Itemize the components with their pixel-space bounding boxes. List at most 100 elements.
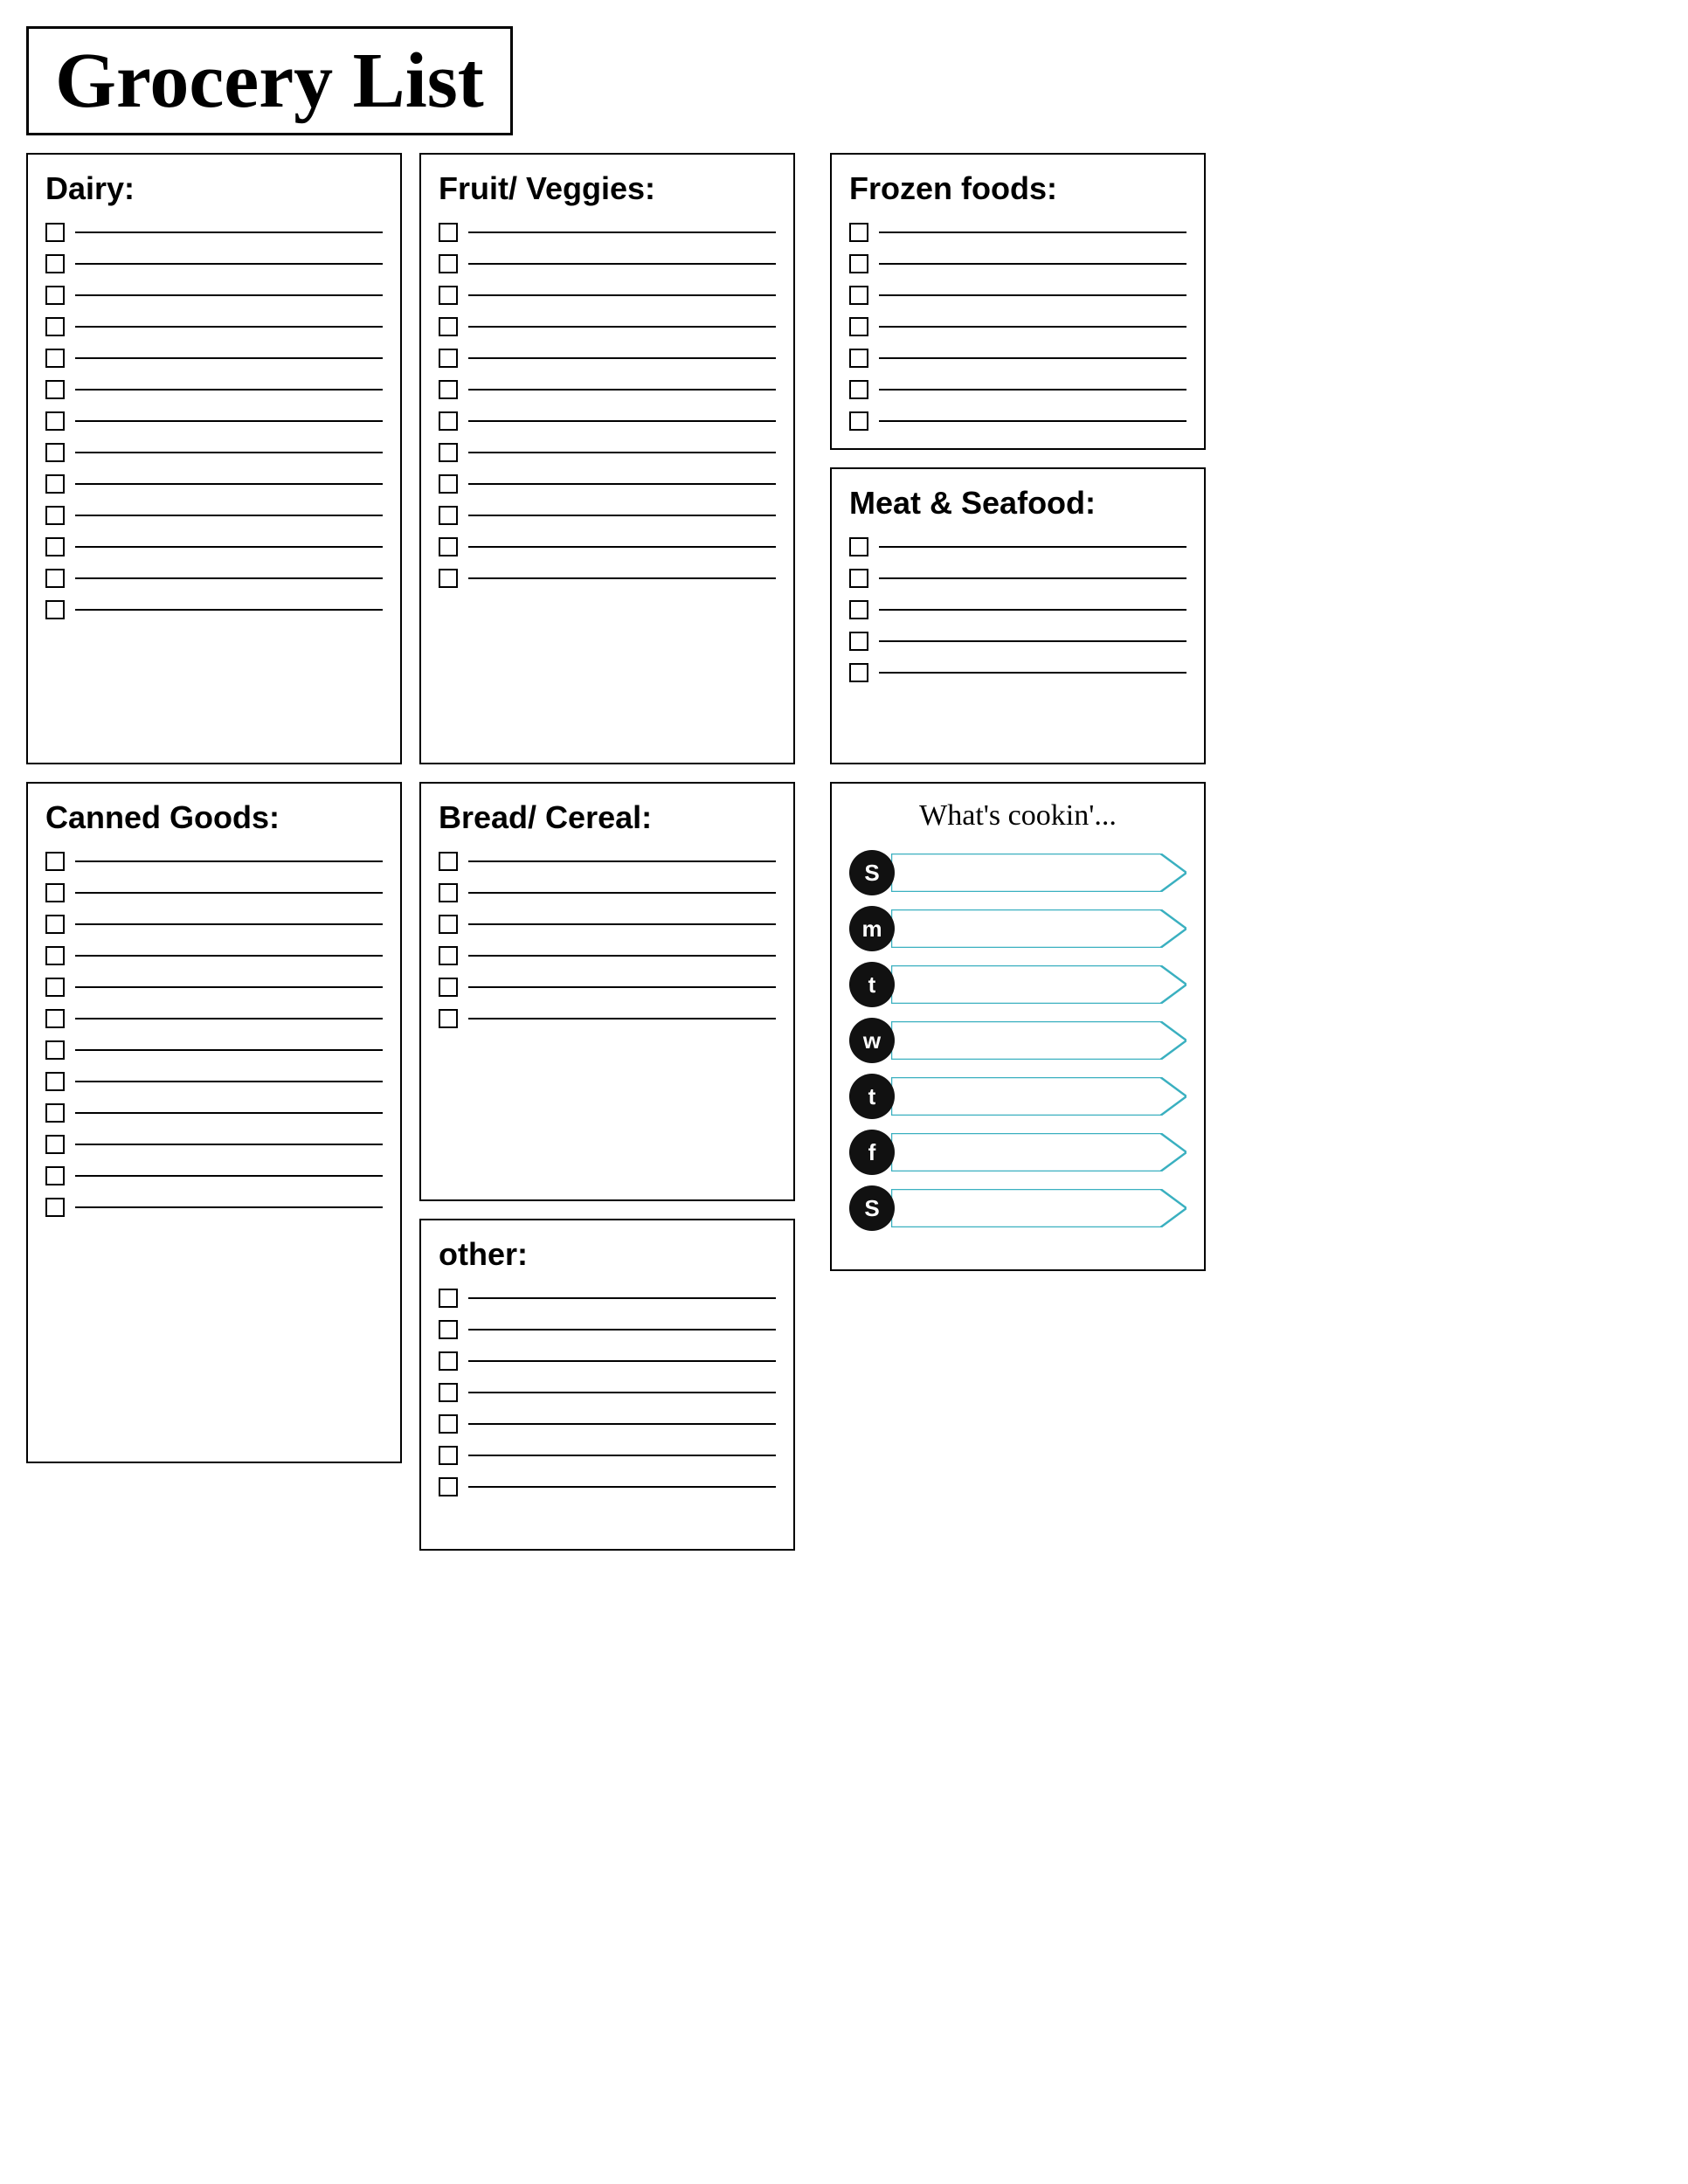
day-row-sunday: S bbox=[849, 850, 1186, 895]
checkbox[interactable] bbox=[439, 1320, 458, 1339]
check-line bbox=[879, 357, 1186, 359]
checkbox[interactable] bbox=[849, 632, 868, 651]
checkbox[interactable] bbox=[439, 883, 458, 902]
list-item bbox=[45, 946, 383, 965]
checkbox[interactable] bbox=[45, 506, 65, 525]
check-line bbox=[468, 923, 776, 925]
check-line bbox=[75, 1112, 383, 1114]
check-line bbox=[879, 420, 1186, 422]
checkbox[interactable] bbox=[439, 978, 458, 997]
checkbox[interactable] bbox=[439, 1414, 458, 1434]
list-item bbox=[439, 254, 776, 273]
check-line bbox=[879, 546, 1186, 548]
dairy-title: Dairy: bbox=[45, 170, 383, 207]
checkbox[interactable] bbox=[439, 474, 458, 494]
checkbox[interactable] bbox=[45, 915, 65, 934]
checkbox[interactable] bbox=[439, 1383, 458, 1402]
meat-section: Meat & Seafood: bbox=[830, 467, 1206, 764]
list-item bbox=[439, 1289, 776, 1308]
checkbox[interactable] bbox=[45, 223, 65, 242]
checkbox[interactable] bbox=[439, 915, 458, 934]
checkbox[interactable] bbox=[849, 349, 868, 368]
checkbox[interactable] bbox=[439, 1351, 458, 1371]
list-item bbox=[849, 286, 1186, 305]
checkbox[interactable] bbox=[439, 537, 458, 556]
checkbox[interactable] bbox=[849, 569, 868, 588]
checkbox[interactable] bbox=[439, 1446, 458, 1465]
fruit-title: Fruit/ Veggies: bbox=[439, 170, 776, 207]
checkbox[interactable] bbox=[439, 569, 458, 588]
checkbox[interactable] bbox=[439, 349, 458, 368]
checkbox[interactable] bbox=[849, 317, 868, 336]
checkbox[interactable] bbox=[45, 1198, 65, 1217]
checkbox[interactable] bbox=[439, 411, 458, 431]
list-item bbox=[439, 349, 776, 368]
checkbox[interactable] bbox=[45, 1135, 65, 1154]
checkbox[interactable] bbox=[45, 537, 65, 556]
checkbox[interactable] bbox=[45, 349, 65, 368]
checkbox[interactable] bbox=[45, 474, 65, 494]
checkbox[interactable] bbox=[45, 1103, 65, 1123]
checkbox[interactable] bbox=[439, 380, 458, 399]
check-line bbox=[75, 892, 383, 894]
canned-title: Canned Goods: bbox=[45, 799, 383, 836]
check-line bbox=[468, 955, 776, 957]
checkbox[interactable] bbox=[45, 443, 65, 462]
checkbox[interactable] bbox=[439, 443, 458, 462]
check-line bbox=[75, 452, 383, 453]
check-line bbox=[468, 294, 776, 296]
checkbox[interactable] bbox=[849, 411, 868, 431]
list-item bbox=[45, 1072, 383, 1091]
list-item bbox=[45, 852, 383, 871]
checkbox[interactable] bbox=[849, 223, 868, 242]
checkbox[interactable] bbox=[849, 380, 868, 399]
checkbox[interactable] bbox=[439, 1477, 458, 1496]
day-circle-monday: m bbox=[849, 906, 895, 951]
list-item bbox=[849, 632, 1186, 651]
check-line bbox=[468, 1297, 776, 1299]
checkbox[interactable] bbox=[45, 1072, 65, 1091]
check-line bbox=[75, 1144, 383, 1145]
list-item bbox=[439, 474, 776, 494]
checkbox[interactable] bbox=[849, 537, 868, 556]
day-arrows: S m t bbox=[849, 850, 1186, 1231]
check-line bbox=[75, 1081, 383, 1082]
checkbox[interactable] bbox=[45, 1166, 65, 1185]
list-item bbox=[439, 1414, 776, 1434]
checkbox[interactable] bbox=[45, 254, 65, 273]
check-line bbox=[468, 1423, 776, 1425]
list-item bbox=[439, 380, 776, 399]
checkbox[interactable] bbox=[45, 317, 65, 336]
checkbox[interactable] bbox=[849, 600, 868, 619]
checkbox[interactable] bbox=[45, 883, 65, 902]
check-line bbox=[75, 357, 383, 359]
checkbox[interactable] bbox=[45, 569, 65, 588]
checkbox[interactable] bbox=[45, 411, 65, 431]
check-line bbox=[879, 294, 1186, 296]
checkbox[interactable] bbox=[45, 380, 65, 399]
day-row-saturday: S bbox=[849, 1185, 1186, 1231]
checkbox[interactable] bbox=[45, 946, 65, 965]
check-line bbox=[468, 1486, 776, 1488]
checkbox[interactable] bbox=[849, 254, 868, 273]
check-line bbox=[468, 1392, 776, 1393]
checkbox[interactable] bbox=[45, 852, 65, 871]
check-line bbox=[468, 986, 776, 988]
checkbox[interactable] bbox=[849, 286, 868, 305]
checkbox[interactable] bbox=[439, 946, 458, 965]
checkbox[interactable] bbox=[45, 286, 65, 305]
checkbox[interactable] bbox=[439, 852, 458, 871]
checkbox[interactable] bbox=[439, 223, 458, 242]
checkbox[interactable] bbox=[439, 254, 458, 273]
checkbox[interactable] bbox=[45, 978, 65, 997]
checkbox[interactable] bbox=[45, 1040, 65, 1060]
checkbox[interactable] bbox=[439, 506, 458, 525]
checkbox[interactable] bbox=[439, 286, 458, 305]
checkbox[interactable] bbox=[439, 317, 458, 336]
checkbox[interactable] bbox=[439, 1289, 458, 1308]
check-line bbox=[75, 955, 383, 957]
checkbox[interactable] bbox=[849, 663, 868, 682]
checkbox[interactable] bbox=[45, 1009, 65, 1028]
checkbox[interactable] bbox=[45, 600, 65, 619]
checkbox[interactable] bbox=[439, 1009, 458, 1028]
